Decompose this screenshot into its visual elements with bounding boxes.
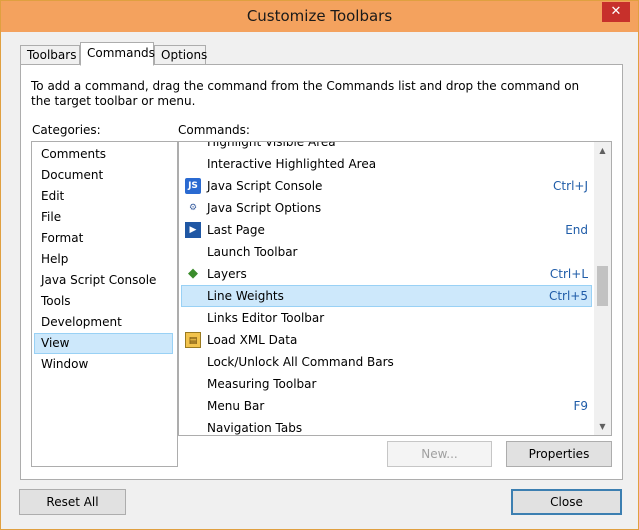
category-item-javascript-console[interactable]: Java Script Console: [34, 270, 173, 291]
command-item[interactable]: ◆ Layers Ctrl+L: [181, 263, 592, 285]
command-label: Navigation Tabs: [207, 421, 303, 435]
commands-list[interactable]: Highlight Visible Area Interactive Highl…: [178, 141, 612, 436]
tab-toolbars[interactable]: Toolbars: [20, 45, 80, 65]
instructions-text: To add a command, drag the command from …: [31, 79, 580, 108]
command-label: Highlight Visible Area: [207, 141, 336, 149]
properties-button[interactable]: Properties: [506, 441, 612, 467]
command-label: Menu Bar: [207, 399, 265, 413]
category-item-tools[interactable]: Tools: [34, 291, 173, 312]
command-item[interactable]: Navigation Tabs: [181, 417, 592, 435]
javascript-options-icon: ⚙: [188, 203, 198, 213]
load-xml-icon: ▤: [185, 332, 201, 348]
command-item[interactable]: JS Java Script Console Ctrl+J: [181, 175, 592, 197]
category-item-window[interactable]: Window: [34, 354, 173, 375]
category-item-edit[interactable]: Edit: [34, 186, 173, 207]
commands-label: Commands:: [178, 123, 250, 137]
command-shortcut: Ctrl+L: [549, 267, 588, 281]
command-item[interactable]: Menu Bar F9: [181, 395, 592, 417]
command-label: Layers: [207, 267, 247, 281]
new-button[interactable]: New...: [387, 441, 492, 467]
command-label: Line Weights: [207, 289, 284, 303]
command-shortcut: Ctrl+J: [553, 179, 588, 193]
command-label: Load XML Data: [207, 333, 298, 347]
command-item[interactable]: Highlight Visible Area: [181, 141, 592, 153]
command-label: Launch Toolbar: [207, 245, 298, 259]
category-item-file[interactable]: File: [34, 207, 173, 228]
category-item-help[interactable]: Help: [34, 249, 173, 270]
window-title: Customize Toolbars: [246, 7, 393, 25]
close-button[interactable]: Close: [511, 489, 622, 515]
customize-toolbars-dialog: Customize Toolbars ✕ Toolbars Commands O…: [0, 0, 639, 530]
command-label: Measuring Toolbar: [207, 377, 317, 391]
command-item[interactable]: Links Editor Toolbar: [181, 307, 592, 329]
command-item[interactable]: Line Weights Ctrl+5: [181, 285, 592, 307]
scroll-down-arrow-icon[interactable]: ▼: [594, 418, 611, 435]
categories-label: Categories:: [32, 123, 101, 137]
command-item[interactable]: ⚙ Java Script Options: [181, 197, 592, 219]
command-shortcut: End: [565, 223, 588, 237]
command-item[interactable]: Lock/Unlock All Command Bars: [181, 351, 592, 373]
command-item[interactable]: Launch Toolbar: [181, 241, 592, 263]
command-shortcut: F9: [573, 399, 588, 413]
command-label: Links Editor Toolbar: [207, 311, 325, 325]
command-label: Java Script Options: [207, 201, 322, 215]
categories-list[interactable]: Comments Document Edit File Format Help …: [31, 141, 178, 467]
last-page-icon: ▶: [185, 222, 201, 238]
javascript-console-icon: JS: [185, 178, 201, 194]
close-window-icon[interactable]: ✕: [602, 2, 630, 22]
command-label: Last Page: [207, 223, 265, 237]
category-item-view[interactable]: View: [34, 333, 173, 354]
scrollbar-thumb[interactable]: [597, 266, 608, 306]
reset-all-button[interactable]: Reset All: [19, 489, 126, 515]
commands-scrollbar[interactable]: ▲ ▼: [594, 142, 611, 435]
category-item-development[interactable]: Development: [34, 312, 173, 333]
category-item-format[interactable]: Format: [34, 228, 173, 249]
command-shortcut: Ctrl+5: [548, 289, 588, 303]
title-bar: Customize Toolbars ✕: [1, 1, 638, 32]
command-label: Java Script Console: [207, 179, 323, 193]
command-item[interactable]: ▤ Load XML Data: [181, 329, 592, 351]
tab-options[interactable]: Options: [154, 45, 207, 65]
command-label: Lock/Unlock All Command Bars: [207, 355, 394, 369]
scroll-up-arrow-icon[interactable]: ▲: [594, 142, 611, 159]
commands-tab-panel: To add a command, drag the command from …: [20, 64, 623, 480]
category-item-document[interactable]: Document: [34, 165, 173, 186]
command-item[interactable]: Measuring Toolbar: [181, 373, 592, 395]
command-item[interactable]: Interactive Highlighted Area: [181, 153, 592, 175]
category-item-comments[interactable]: Comments: [34, 144, 173, 165]
command-label: Interactive Highlighted Area: [207, 157, 377, 171]
layers-icon: ◆: [188, 266, 198, 281]
command-item[interactable]: ▶ Last Page End: [181, 219, 592, 241]
tab-commands[interactable]: Commands: [80, 42, 155, 66]
